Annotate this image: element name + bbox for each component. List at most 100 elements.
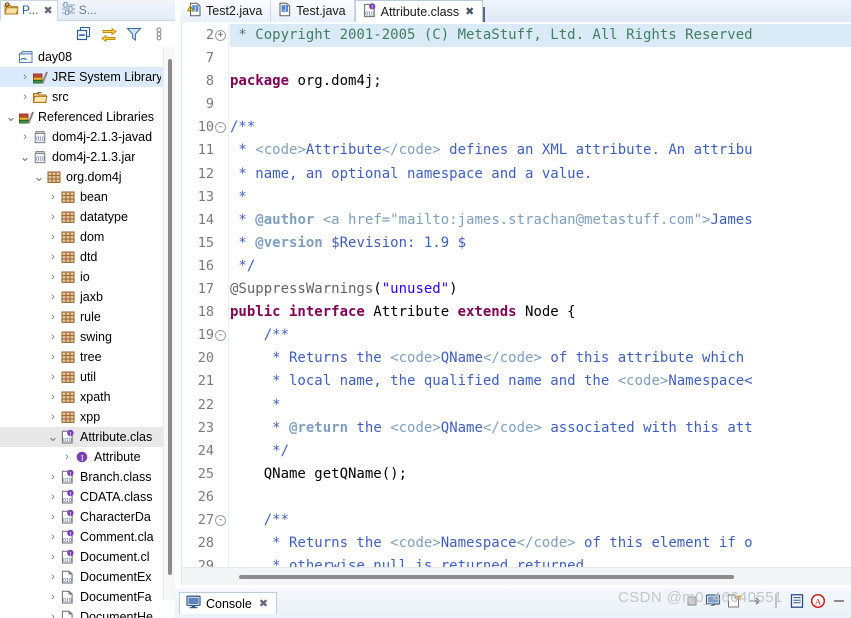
package-explorer-tree[interactable]: day08 › JRE System Library [J › src ⌄ Referenc… bbox=[0, 47, 163, 618]
tree-item[interactable]: › tree bbox=[0, 347, 163, 367]
tree-item[interactable]: › src bbox=[0, 87, 163, 107]
code-line[interactable]: /** bbox=[230, 116, 851, 139]
tree-item[interactable]: › swing bbox=[0, 327, 163, 347]
clear-console-icon[interactable] bbox=[789, 593, 805, 609]
tree-item[interactable]: › 010 dom4j-2.1.3-javad bbox=[0, 127, 163, 147]
chevron-down-icon[interactable]: ⌄ bbox=[18, 147, 32, 167]
code-line[interactable]: public interface Attribute extends Node … bbox=[230, 301, 851, 324]
tree-item[interactable]: › 010 I Document.cl bbox=[0, 547, 163, 567]
code-line[interactable]: * local name, the qualified name and the… bbox=[230, 370, 851, 393]
chevron-right-icon[interactable]: › bbox=[46, 267, 60, 287]
code-line[interactable]: QName getQName(); bbox=[230, 463, 851, 486]
editor-tab-attribute-class[interactable]: 010 I Attribute.class ✖ bbox=[354, 0, 484, 22]
console-tab[interactable]: Console ✖ bbox=[179, 592, 278, 614]
chevron-right-icon[interactable]: › bbox=[46, 307, 60, 327]
chevron-right-icon[interactable]: › bbox=[18, 87, 32, 107]
code-line[interactable]: * otherwise null is returned returned. bbox=[230, 555, 851, 567]
fold-collapse-icon[interactable]: - bbox=[215, 515, 226, 527]
tree-item[interactable]: › 010 DocumentEx bbox=[0, 567, 163, 587]
chevron-down-icon[interactable]: ⌄ bbox=[32, 167, 46, 187]
resize-corner[interactable] bbox=[176, 606, 184, 614]
code-line[interactable]: * bbox=[230, 186, 851, 209]
tree-item[interactable]: › 010 I Branch.class bbox=[0, 467, 163, 487]
editor-tab-test2-java[interactable]: J Test2.java bbox=[181, 0, 272, 22]
collapse-all-icon[interactable] bbox=[76, 26, 92, 42]
code-viewport[interactable]: 2 +7 8 9 10-11 12 13 14 15 16 17 18 19-20 21 22 23 24 25 2… bbox=[182, 22, 851, 567]
chevron-right-icon[interactable]: › bbox=[46, 587, 60, 607]
code-line[interactable]: * bbox=[230, 394, 851, 417]
code-line[interactable]: * Returns the <code>Namespace</code> of … bbox=[230, 532, 851, 555]
tree-item[interactable]: › 010 DocumentFa bbox=[0, 587, 163, 607]
close-icon[interactable]: ✖ bbox=[43, 4, 52, 17]
tree-item[interactable]: › I Attribute bbox=[0, 447, 163, 467]
chevron-right-icon[interactable]: › bbox=[46, 227, 60, 247]
tree-item[interactable]: › 010 I CDATA.class bbox=[0, 487, 163, 507]
code-line[interactable]: */ bbox=[230, 255, 851, 278]
code-text[interactable]: * Copyright 2001-2005 (C) MetaStuff, Ltd… bbox=[230, 22, 851, 567]
view-menu-icon[interactable] bbox=[831, 593, 847, 609]
terminate-icon[interactable] bbox=[684, 593, 700, 609]
chevron-right-icon[interactable]: › bbox=[46, 467, 60, 487]
tree-item[interactable]: › io bbox=[0, 267, 163, 287]
chevron-right-icon[interactable]: › bbox=[46, 247, 60, 267]
tree-item[interactable]: › jaxb bbox=[0, 287, 163, 307]
chevron-right-icon[interactable]: › bbox=[46, 367, 60, 387]
chevron-right-icon[interactable]: › bbox=[46, 327, 60, 347]
tree-item[interactable]: › util bbox=[0, 367, 163, 387]
open-console-icon[interactable] bbox=[726, 593, 742, 609]
pin-console-icon[interactable] bbox=[768, 593, 784, 609]
tree-item[interactable]: › 010 I CharacterDa bbox=[0, 507, 163, 527]
chevron-right-icon[interactable]: › bbox=[46, 347, 60, 367]
editor-tab-test-java[interactable]: J Test.java bbox=[271, 0, 355, 22]
chevron-right-icon[interactable]: › bbox=[18, 67, 32, 87]
error-log-icon[interactable]: A bbox=[810, 593, 826, 609]
code-line[interactable]: package org.dom4j; bbox=[230, 70, 851, 93]
code-line[interactable]: * @version $Revision: 1.9 $ bbox=[230, 232, 851, 255]
chevron-right-icon[interactable]: › bbox=[46, 507, 60, 527]
tree-item[interactable]: ⌄ 010 I Attribute.clas bbox=[0, 427, 163, 447]
chevron-right-icon[interactable]: › bbox=[46, 287, 60, 307]
chevron-right-icon[interactable]: › bbox=[46, 387, 60, 407]
code-line[interactable]: * <code>Attribute</code> defines an XML … bbox=[230, 139, 851, 162]
chevron-down-icon[interactable]: ⌄ bbox=[4, 107, 18, 127]
code-line[interactable]: * @return the <code>QName</code> associa… bbox=[230, 417, 851, 440]
code-line[interactable]: * name, an optional namespace and a valu… bbox=[230, 163, 851, 186]
scrollbar-thumb[interactable] bbox=[239, 575, 734, 579]
code-line[interactable]: @SuppressWarnings("unused") bbox=[230, 278, 851, 301]
tree-item[interactable]: day08 bbox=[0, 47, 163, 67]
code-line[interactable]: /** bbox=[230, 324, 851, 347]
display-selected-console-icon[interactable] bbox=[705, 593, 721, 609]
chevron-right-icon[interactable]: › bbox=[46, 187, 60, 207]
tree-item[interactable]: ⌄ Referenced Libraries bbox=[0, 107, 163, 127]
code-line[interactable] bbox=[230, 47, 851, 70]
tree-item[interactable]: › dom bbox=[0, 227, 163, 247]
chevron-right-icon[interactable]: › bbox=[46, 407, 60, 427]
editor-horizontal-scrollbar[interactable] bbox=[182, 567, 851, 585]
tree-item[interactable]: › 010 I Comment.cla bbox=[0, 527, 163, 547]
fold-collapse-icon[interactable]: - bbox=[215, 122, 226, 134]
tree-item[interactable]: ⌄ 010 dom4j-2.1.3.jar bbox=[0, 147, 163, 167]
tree-item[interactable]: ›010 DocumentHe bbox=[0, 607, 163, 618]
scrollbar-thumb[interactable] bbox=[168, 59, 172, 575]
close-icon[interactable]: ✖ bbox=[259, 597, 268, 610]
code-line[interactable]: * Copyright 2001-2005 (C) MetaStuff, Ltd… bbox=[230, 24, 851, 48]
fold-expand-icon[interactable]: + bbox=[215, 30, 226, 42]
code-line[interactable] bbox=[230, 486, 851, 509]
tree-item[interactable]: › xpath bbox=[0, 387, 163, 407]
code-line[interactable]: * Returns the <code>QName</code> of this… bbox=[230, 347, 851, 370]
chevron-right-icon[interactable]: › bbox=[60, 447, 74, 467]
minimize-icon[interactable] bbox=[483, 7, 486, 23]
chevron-right-icon[interactable]: › bbox=[46, 607, 60, 618]
tree-item[interactable]: ⌄ org.dom4j bbox=[0, 167, 163, 187]
chevron-right-icon[interactable]: › bbox=[18, 127, 32, 147]
link-with-editor-icon[interactable] bbox=[101, 26, 117, 42]
chevron-right-icon[interactable]: › bbox=[46, 567, 60, 587]
tree-vertical-scrollbar[interactable] bbox=[163, 47, 175, 600]
tree-item[interactable]: › dtd bbox=[0, 247, 163, 267]
chevron-right-icon[interactable]: › bbox=[46, 487, 60, 507]
chevron-right-icon[interactable]: › bbox=[46, 547, 60, 567]
scroll-lock-icon[interactable] bbox=[747, 593, 763, 609]
fold-collapse-icon[interactable]: - bbox=[215, 330, 226, 342]
chevron-right-icon[interactable]: › bbox=[46, 207, 60, 227]
code-line[interactable]: */ bbox=[230, 440, 851, 463]
